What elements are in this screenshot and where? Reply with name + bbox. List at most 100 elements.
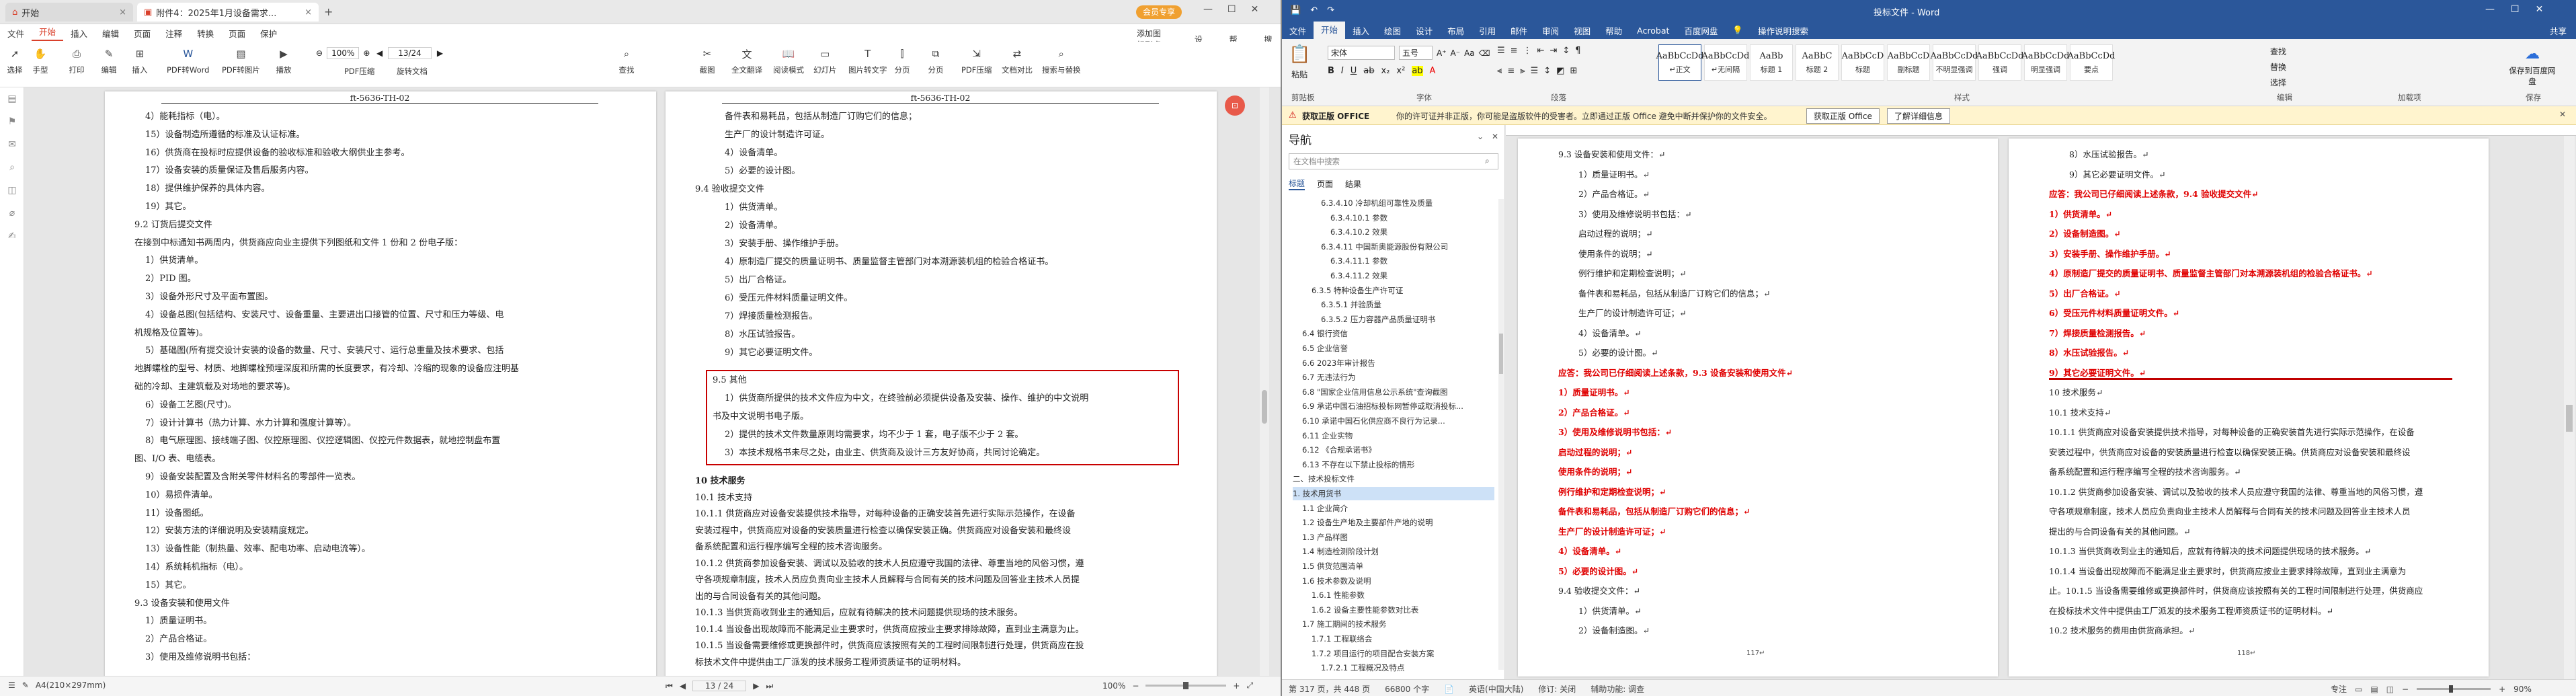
- nav-item[interactable]: 1.6 技术参数及说明: [1302, 574, 1494, 588]
- increase-indent-icon[interactable]: ⇥: [1549, 46, 1557, 56]
- close-icon[interactable]: ✕: [2559, 110, 2566, 119]
- close-icon[interactable]: ✕: [1492, 132, 1498, 141]
- menu-convert[interactable]: 转换: [190, 27, 221, 40]
- nav-item[interactable]: 6.10 承诺中国石化供应商不良行为记录...: [1302, 414, 1494, 428]
- page-count[interactable]: 第 317 页，共 448 页: [1289, 683, 1370, 695]
- search-replace-button[interactable]: ⌕ 搜索与替换: [1042, 46, 1081, 75]
- select-button[interactable]: 选择: [2270, 77, 2286, 88]
- next-page-icon[interactable]: ▶: [753, 681, 759, 691]
- nav-item[interactable]: 二、技术投标文件: [1293, 472, 1494, 486]
- menu-file[interactable]: 文件: [0, 27, 32, 40]
- fit-page-icon[interactable]: ⤢: [1246, 681, 1253, 691]
- close-icon[interactable]: ×: [305, 7, 312, 17]
- vip-badge[interactable]: 会员专享: [1136, 5, 1182, 19]
- menu-insert[interactable]: 插入: [63, 27, 95, 40]
- tab-mailings[interactable]: 邮件: [1503, 24, 1535, 37]
- align-center-icon[interactable]: ≡: [1507, 66, 1515, 76]
- pdf-to-image-button[interactable]: ▧ PDF转图片: [222, 46, 260, 75]
- style-gallery-item[interactable]: AaBbCcD 副标题: [1887, 44, 1930, 81]
- vertical-scrollbar[interactable]: [1260, 87, 1269, 676]
- translate-button[interactable]: 文全文翻译: [731, 46, 762, 75]
- nav-item[interactable]: 1. 技术用货书: [1293, 487, 1494, 500]
- select-tool[interactable]: ➚ 选择: [7, 46, 23, 75]
- nav-item[interactable]: 6.3.4.11.2 效果: [1330, 269, 1494, 282]
- vertical-scrollbar[interactable]: [2564, 136, 2575, 679]
- menu-edit[interactable]: 编辑: [95, 27, 126, 40]
- nav-item[interactable]: 1.4 制造检测阶段计划: [1302, 545, 1494, 558]
- nav-item[interactable]: 6.13 不存在以下禁止投标的情形: [1302, 458, 1494, 471]
- compare-button[interactable]: ⇄ 文档对比: [1002, 46, 1033, 75]
- prev-page-icon[interactable]: ◀: [680, 681, 686, 691]
- close-icon[interactable]: ×: [119, 7, 126, 17]
- print-layout-icon[interactable]: ▤: [2370, 685, 2378, 694]
- split-button-2[interactable]: ⧉ 分页: [928, 46, 944, 75]
- tab-file[interactable]: 文件: [1282, 24, 1314, 37]
- attachment-icon[interactable]: ⌀: [0, 202, 24, 225]
- nav-search-input[interactable]: 在文档中搜索: [1289, 153, 1498, 169]
- find-button[interactable]: 查找: [2270, 46, 2286, 57]
- tab-design[interactable]: 设计: [1408, 24, 1440, 37]
- first-page-icon[interactable]: ⏮: [666, 681, 673, 691]
- menu-protect[interactable]: 保护: [253, 27, 284, 40]
- replace-button[interactable]: 替换: [2270, 61, 2286, 73]
- numbering-icon[interactable]: ≡: [1511, 46, 1518, 56]
- maximize-icon[interactable]: ☐: [2511, 4, 2520, 15]
- nav-item[interactable]: 6.12 《合规承诺书》: [1302, 443, 1494, 457]
- menu-page[interactable]: 页面: [126, 27, 158, 40]
- save-baidu-button[interactable]: ☁ 保存到百度网盘: [2505, 46, 2559, 87]
- page-nav-input[interactable]: 13 / 24: [692, 681, 747, 691]
- nav-item[interactable]: 1.3 产品样图: [1302, 531, 1494, 544]
- nav-item[interactable]: 1.7.2.1 工程概况及特点: [1321, 661, 1494, 674]
- zoom-out-icon[interactable]: −: [1132, 681, 1139, 691]
- chevron-down-icon[interactable]: ⌄: [1477, 132, 1484, 141]
- insert-button[interactable]: ⊞ 插入: [132, 46, 148, 75]
- zoom-label[interactable]: 90%: [2513, 685, 2532, 694]
- hand-tool[interactable]: ✋ 手型: [32, 46, 48, 75]
- style-gallery-item[interactable]: AaBbCcD 标题: [1841, 44, 1884, 81]
- tab-layout[interactable]: 布局: [1440, 24, 1472, 37]
- undo-icon[interactable]: ↶: [1310, 5, 1318, 15]
- floating-tool-icon[interactable]: ⊡: [1225, 95, 1245, 116]
- font-size-select[interactable]: 五号: [1399, 46, 1433, 60]
- paste-button[interactable]: 📋 粘贴: [1289, 44, 1310, 80]
- style-gallery-item[interactable]: AaBbCcDd 要点: [2068, 44, 2116, 81]
- find-button[interactable]: ⌕ 查找: [618, 46, 635, 75]
- search-icon[interactable]: ⌕: [1485, 156, 1490, 166]
- nav-item[interactable]: 1.7 施工期间的技术服务: [1302, 617, 1494, 631]
- font-color-icon[interactable]: A: [1430, 66, 1436, 76]
- tab-acrobat[interactable]: Acrobat: [1629, 26, 1677, 36]
- tell-me-search[interactable]: 操作说明搜索: [1750, 24, 1816, 37]
- share-button[interactable]: 共享: [2542, 24, 2576, 37]
- style-gallery-item[interactable]: AaBbCcDd 明显强调: [2022, 44, 2070, 81]
- nav-item[interactable]: 1.6.1 性能参数: [1312, 588, 1494, 602]
- zoom-in-icon[interactable]: +: [1233, 681, 1240, 691]
- zoom-in-icon[interactable]: +: [2499, 685, 2505, 694]
- borders-icon[interactable]: ⊞: [1570, 66, 1577, 76]
- nav-item[interactable]: 6.3.5.2 压力容器产品质量证明书: [1321, 313, 1494, 326]
- split-button[interactable]: ⫿ 分页: [894, 46, 910, 75]
- nav-item[interactable]: 6.3.5 特种设备生产许可证: [1312, 284, 1494, 297]
- word-count[interactable]: 66800 个字: [1385, 683, 1429, 695]
- style-gallery-item[interactable]: AaBb 标题 1: [1750, 44, 1793, 81]
- bookmark-icon[interactable]: ⚑: [0, 110, 24, 133]
- comment-toggle-icon[interactable]: ✎: [22, 681, 29, 690]
- minimize-icon[interactable]: —: [2485, 4, 2495, 15]
- tab-baidu[interactable]: 百度网盘: [1677, 24, 1725, 37]
- menu-page2[interactable]: 页面: [221, 27, 253, 40]
- multilevel-icon[interactable]: ⋮: [1523, 46, 1532, 56]
- layers-icon[interactable]: ◫: [0, 179, 24, 202]
- screenshot-button[interactable]: ✂ 截图: [699, 46, 715, 75]
- underline-icon[interactable]: U: [1351, 66, 1357, 76]
- sidebar-toggle-icon[interactable]: ☰: [8, 681, 15, 690]
- maximize-icon[interactable]: ☐: [1227, 4, 1236, 15]
- nav-item[interactable]: 1.6.2 设备主要性能参数对比表: [1312, 603, 1494, 617]
- read-mode-icon[interactable]: ▭: [2355, 685, 2362, 694]
- highlight-icon[interactable]: ab: [1412, 66, 1423, 76]
- strikethrough-icon[interactable]: ab: [1363, 66, 1374, 76]
- zoom-input[interactable]: 100%: [327, 47, 360, 59]
- justify-icon[interactable]: ☰: [1531, 66, 1539, 76]
- subscript-icon[interactable]: x₂: [1381, 66, 1390, 76]
- scroll-thumb[interactable]: [1262, 390, 1267, 424]
- tab-insert[interactable]: 插入: [1345, 24, 1377, 37]
- nav-item[interactable]: 6.3.4.10.2 效果: [1330, 225, 1494, 239]
